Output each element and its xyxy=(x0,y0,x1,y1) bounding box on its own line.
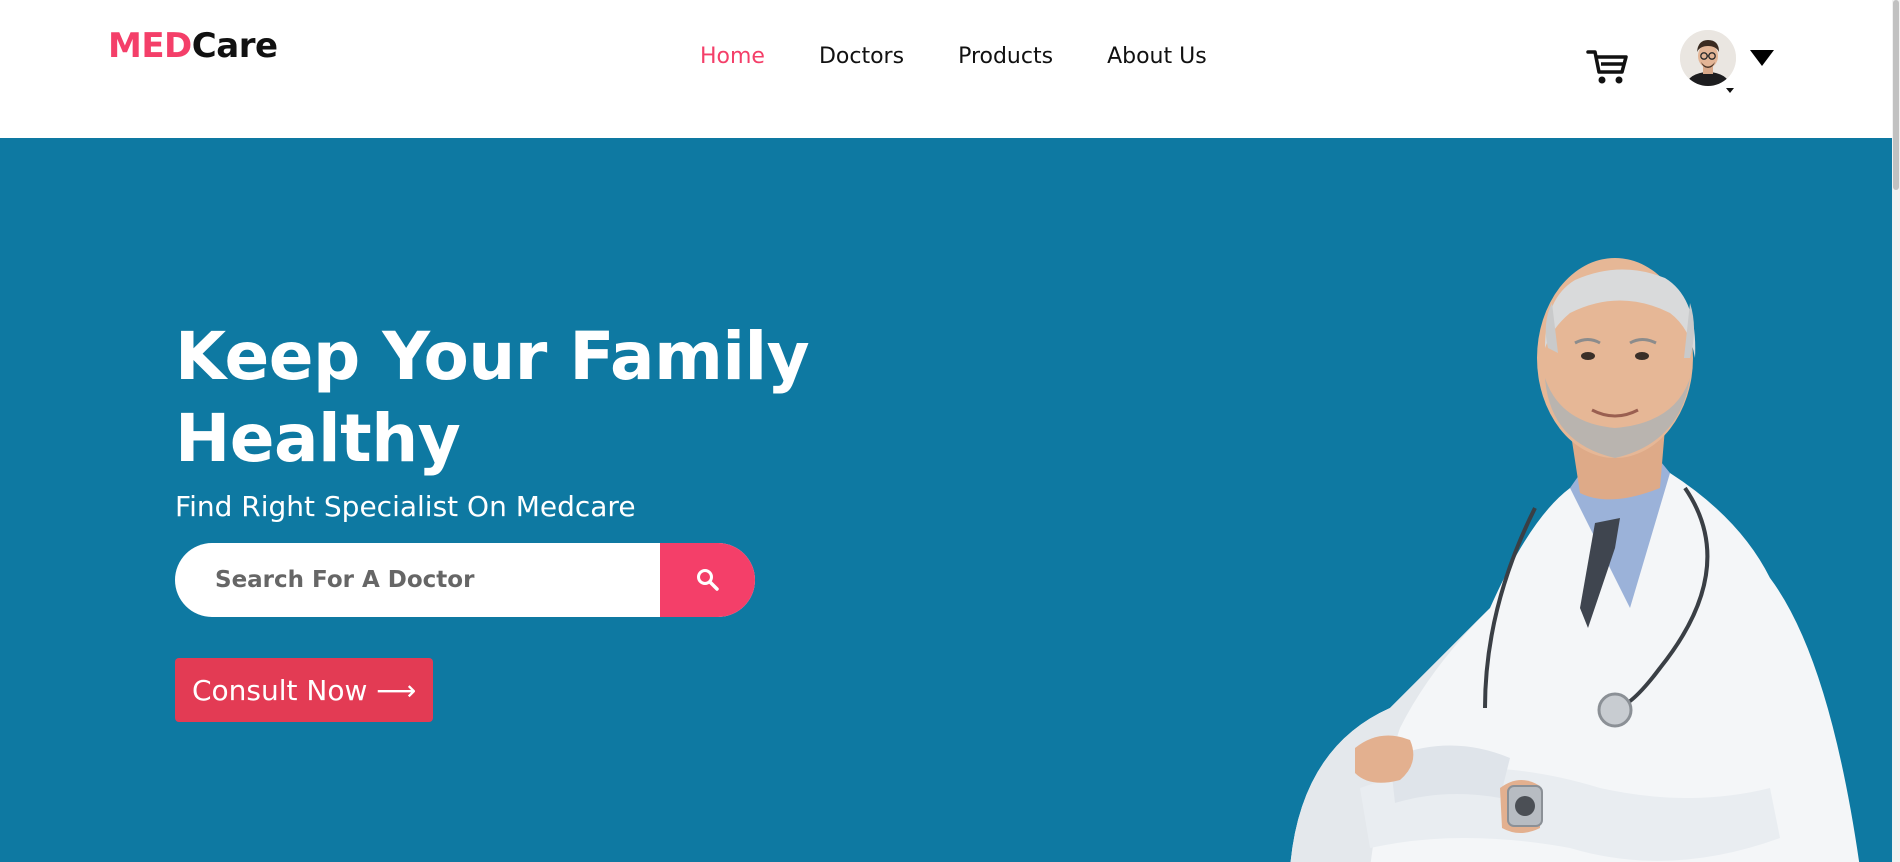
main-nav: Home Doctors Products About Us xyxy=(700,44,1261,69)
avatar[interactable] xyxy=(1680,30,1736,86)
doctor-image xyxy=(1290,258,1860,862)
doctor-search-input[interactable] xyxy=(175,543,660,617)
logo-care-text: Care xyxy=(191,26,278,66)
hero-title-line2: Healthy xyxy=(175,400,461,477)
nav-link-doctors[interactable]: Doctors xyxy=(819,44,904,69)
scrollbar-thumb[interactable] xyxy=(1893,0,1899,190)
doctor-search-box xyxy=(175,543,755,617)
search-icon xyxy=(696,569,719,591)
hero-title-line1: Keep Your Family xyxy=(175,318,810,395)
nav-link-about-us[interactable]: About Us xyxy=(1107,44,1207,69)
logo[interactable]: MEDCare xyxy=(108,26,278,66)
logo-med-text: MED xyxy=(108,26,192,66)
hero-title: Keep Your Family Healthy xyxy=(175,316,875,480)
hero-subtitle: Find Right Specialist On Medcare xyxy=(175,490,636,523)
site-header: MEDCare Home Doctors Products About Us xyxy=(0,0,1900,138)
nav-link-products[interactable]: Products xyxy=(958,44,1053,69)
page-scrollbar[interactable] xyxy=(1892,0,1900,862)
search-button[interactable] xyxy=(660,543,755,617)
cart-icon[interactable] xyxy=(1586,44,1630,88)
triangle-down-icon[interactable] xyxy=(1750,50,1774,66)
avatar-caret-icon xyxy=(1726,88,1734,93)
hero-section: Keep Your Family Healthy Find Right Spec… xyxy=(0,138,1892,862)
consult-now-button[interactable]: Consult Now ⟶ xyxy=(175,658,434,722)
nav-link-home[interactable]: Home xyxy=(700,44,765,69)
